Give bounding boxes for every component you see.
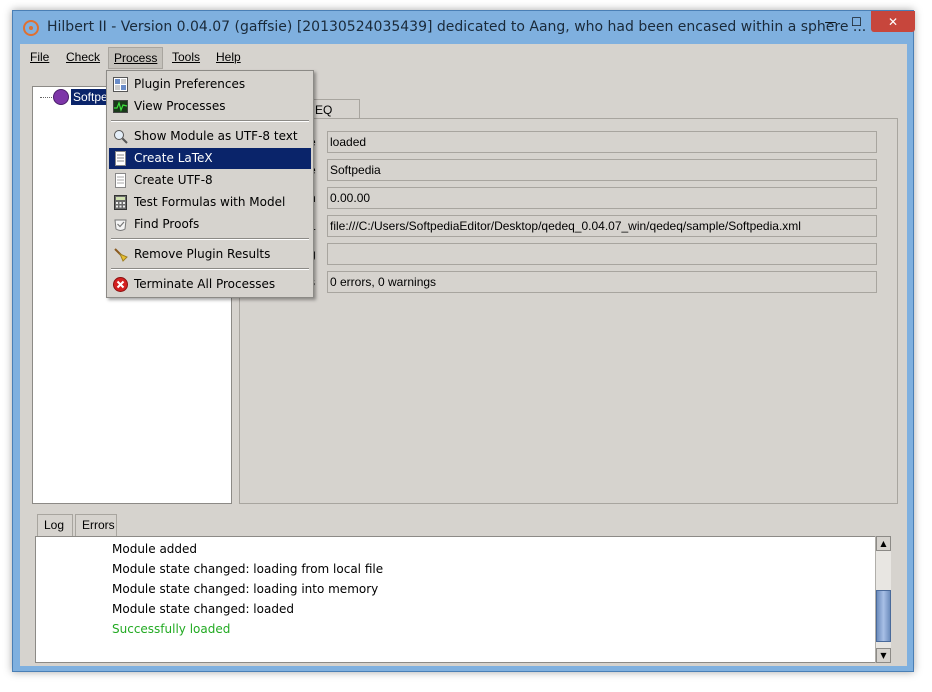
- field-version-value: 0.00.00: [327, 187, 877, 209]
- menu-item-terminate-all[interactable]: Terminate All Processes: [109, 274, 311, 295]
- minimize-button[interactable]: —: [817, 11, 844, 32]
- menu-item-plugin-preferences[interactable]: Plugin Preferences: [109, 74, 311, 95]
- menu-item-label: Show Module as UTF-8 text: [134, 129, 298, 143]
- menu-item-label: View Processes: [134, 99, 226, 113]
- menu-check[interactable]: Check: [66, 50, 100, 64]
- scroll-up-icon[interactable]: ▲: [876, 536, 891, 551]
- stop-icon: [113, 277, 128, 292]
- field-url-value: file:///C:/Users/SoftpediaEditor/Desktop…: [327, 215, 877, 237]
- menu-item-create-utf8[interactable]: Create UTF-8: [109, 170, 311, 191]
- broom-icon: [114, 248, 128, 262]
- log-panel[interactable]: Module added Module state changed: loadi…: [35, 536, 890, 663]
- tab-module-details[interactable]: EQ: [312, 99, 360, 119]
- window-title: Hilbert II - Version 0.04.07 (gaffsie) […: [47, 19, 867, 35]
- menu-item-test-formulas[interactable]: Test Formulas with Model: [109, 192, 311, 213]
- field-errors-value: 0 errors, 0 warnings: [327, 271, 877, 293]
- menu-separator: [111, 268, 309, 270]
- menu-item-find-proofs[interactable]: Find Proofs: [109, 214, 311, 235]
- menu-item-label: Remove Plugin Results: [134, 247, 271, 261]
- menu-item-label: Terminate All Processes: [134, 277, 276, 291]
- tree-connector: [40, 97, 52, 98]
- magnifier-icon: [114, 130, 128, 144]
- log-scrollbar[interactable]: ▲ ▼: [875, 536, 891, 663]
- preferences-icon: [113, 77, 128, 92]
- menu-separator: [111, 120, 309, 122]
- field-encoding-value: [327, 243, 877, 265]
- menu-file[interactable]: File: [30, 50, 49, 64]
- processes-icon: [113, 100, 128, 113]
- log-line: Module state changed: loaded: [112, 602, 294, 616]
- tree-node-label[interactable]: Softpe: [71, 89, 110, 105]
- tab-errors[interactable]: Errors: [75, 514, 117, 536]
- menu-item-create-latex[interactable]: Create LaTeX: [109, 148, 311, 169]
- module-node-icon: [53, 89, 69, 105]
- log-line: Module state changed: loading from local…: [112, 562, 384, 576]
- menu-help[interactable]: Help: [216, 50, 241, 64]
- menu-bar: File Check Process Tools Help: [20, 44, 907, 70]
- module-details-panel: e loaded e Softpedia n 0.00.00 L file://…: [239, 118, 898, 504]
- menu-separator: [111, 238, 309, 240]
- field-state-value: loaded: [327, 131, 877, 153]
- log-line: Module added: [112, 542, 198, 556]
- menu-item-view-processes[interactable]: View Processes: [109, 96, 311, 117]
- menu-item-label: Create LaTeX: [134, 151, 213, 165]
- menu-item-label: Find Proofs: [134, 217, 200, 231]
- maximize-button[interactable]: ☐: [843, 11, 870, 32]
- menu-item-show-utf8[interactable]: Show Module as UTF-8 text: [109, 126, 311, 147]
- log-line: Module state changed: loading into memor…: [112, 582, 379, 596]
- title-bar[interactable]: Hilbert II - Version 0.04.07 (gaffsie) […: [13, 11, 915, 45]
- field-name-value: Softpedia: [327, 159, 877, 181]
- tab-log[interactable]: Log: [37, 514, 73, 536]
- close-button[interactable]: ✕: [871, 11, 915, 32]
- document-icon: [115, 151, 126, 166]
- calculator-icon: [114, 195, 127, 210]
- menu-item-label: Create UTF-8: [134, 173, 213, 187]
- app-logo-icon: [23, 20, 39, 36]
- document-icon: [115, 173, 126, 188]
- menu-item-remove-plugin-results[interactable]: Remove Plugin Results: [109, 244, 311, 265]
- process-dropdown-menu: Plugin Preferences View Processes Show M…: [106, 70, 314, 298]
- menu-process[interactable]: Process: [108, 47, 164, 69]
- menu-item-label: Test Formulas with Model: [134, 195, 286, 209]
- menu-tools[interactable]: Tools: [172, 50, 200, 64]
- scroll-thumb[interactable]: [876, 590, 891, 642]
- scroll-down-icon[interactable]: ▼: [876, 648, 891, 663]
- menu-item-label: Plugin Preferences: [134, 77, 246, 91]
- proof-icon: [114, 219, 127, 231]
- log-line-success: Successfully loaded: [112, 622, 231, 636]
